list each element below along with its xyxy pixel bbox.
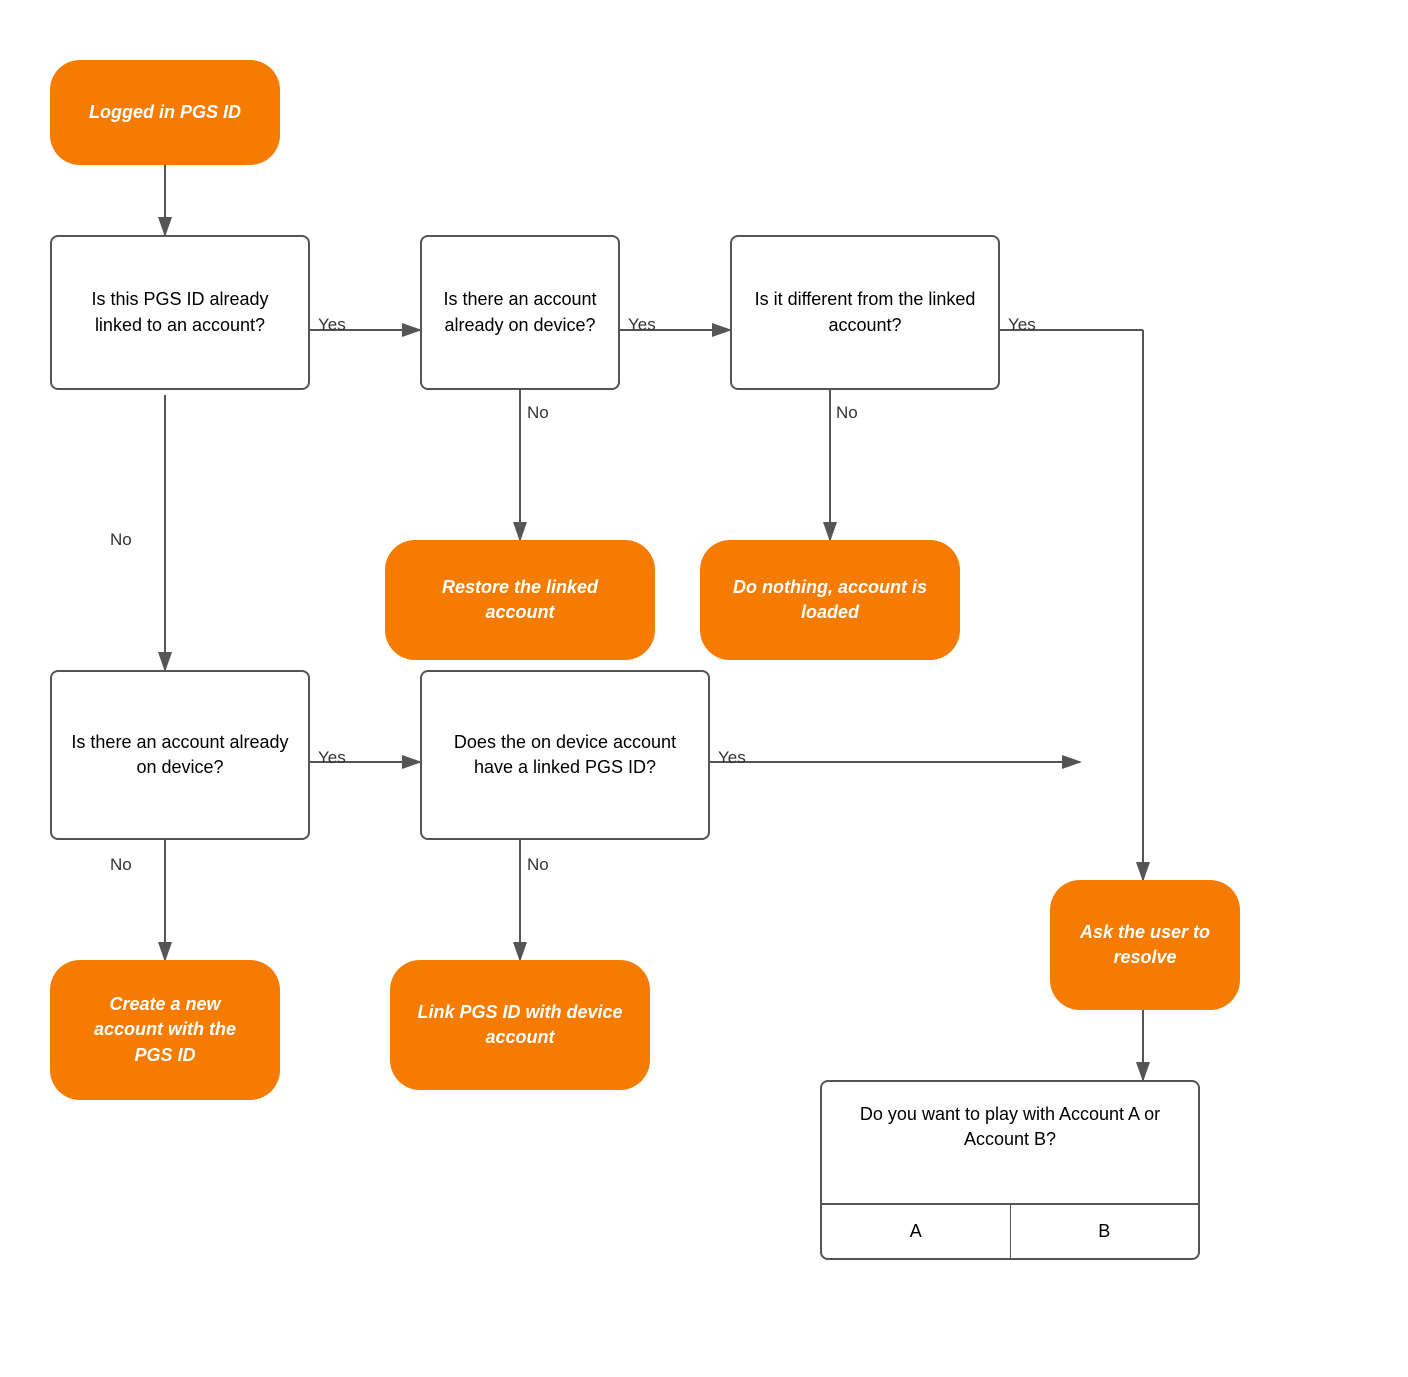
label-q1-yes: Yes: [318, 315, 346, 335]
a-donothing-node: Do nothing, account is loaded: [700, 540, 960, 660]
q4-node: Is there an account already on device?: [50, 670, 310, 840]
label-q5-no: No: [527, 855, 549, 875]
label-q4-no: No: [110, 855, 132, 875]
start-label: Logged in PGS ID: [89, 100, 241, 125]
a-restore-label: Restore the linked account: [409, 575, 631, 625]
q2-label: Is there an account already on device?: [438, 287, 602, 337]
label-q3-yes: Yes: [1008, 315, 1036, 335]
label-q2-yes: Yes: [628, 315, 656, 335]
label-q1-no: No: [110, 530, 132, 550]
q1-node: Is this PGS ID already linked to an acco…: [50, 235, 310, 390]
a-resolve-label: Ask the user to resolve: [1074, 920, 1216, 970]
dialog-body-text: Do you want to play with Account A or Ac…: [860, 1104, 1160, 1149]
label-q5-yes: Yes: [718, 748, 746, 768]
label-q3-no: No: [836, 403, 858, 423]
start-node: Logged in PGS ID: [50, 60, 280, 165]
dialog-body: Do you want to play with Account A or Ac…: [822, 1082, 1198, 1203]
q4-label: Is there an account already on device?: [68, 730, 292, 780]
dialog-node: Do you want to play with Account A or Ac…: [820, 1080, 1200, 1260]
label-q2-no: No: [527, 403, 549, 423]
q1-label: Is this PGS ID already linked to an acco…: [68, 287, 292, 337]
a-create-label: Create a new account with the PGS ID: [74, 992, 256, 1068]
dialog-btn-b[interactable]: B: [1011, 1205, 1199, 1258]
q5-node: Does the on device account have a linked…: [420, 670, 710, 840]
a-link-node: Link PGS ID with device account: [390, 960, 650, 1090]
a-donothing-label: Do nothing, account is loaded: [724, 575, 936, 625]
flowchart: Logged in PGS ID Is this PGS ID already …: [0, 0, 1408, 1377]
q3-node: Is it different from the linked account?: [730, 235, 1000, 390]
a-link-label: Link PGS ID with device account: [414, 1000, 626, 1050]
dialog-btn-a[interactable]: A: [822, 1205, 1011, 1258]
label-q4-yes: Yes: [318, 748, 346, 768]
a-resolve-node: Ask the user to resolve: [1050, 880, 1240, 1010]
a-restore-node: Restore the linked account: [385, 540, 655, 660]
q2-node: Is there an account already on device?: [420, 235, 620, 390]
dialog-buttons: A B: [822, 1203, 1198, 1258]
q5-label: Does the on device account have a linked…: [438, 730, 692, 780]
a-create-node: Create a new account with the PGS ID: [50, 960, 280, 1100]
q3-label: Is it different from the linked account?: [748, 287, 982, 337]
